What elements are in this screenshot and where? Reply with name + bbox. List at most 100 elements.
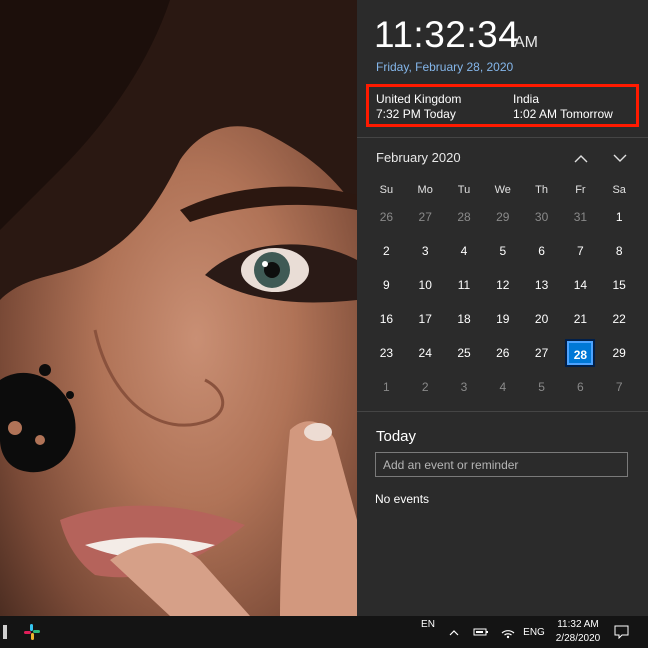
input-indicator[interactable]: EN	[416, 616, 440, 648]
calendar-day[interactable]: 31	[561, 200, 600, 234]
calendar-day-number: 7	[615, 380, 623, 394]
calendar-day[interactable]: 4	[445, 234, 484, 268]
calendar-day[interactable]: 3	[406, 234, 445, 268]
calendar-day-number: 3	[421, 244, 429, 258]
calendar-day[interactable]: 9	[367, 268, 406, 302]
calendar-grid: Su Mo Tu We Th Fr Sa 26 27 28 29 30 31 1 2 3 4 5 6 7…	[367, 180, 639, 404]
action-center-button[interactable]	[610, 616, 632, 648]
calendar-day-number: 16	[379, 312, 394, 326]
time-zone-name: United Kingdom	[376, 92, 462, 106]
calendar-day-number: 21	[573, 312, 588, 326]
calendar-day[interactable]: 29	[483, 200, 522, 234]
taskbar-app-edge[interactable]	[0, 616, 10, 648]
calendar-week-row: 16 17 18 19 20 21 22	[367, 302, 639, 336]
calendar-day[interactable]: 8	[600, 234, 639, 268]
calendar-day[interactable]: 6	[522, 234, 561, 268]
calendar-day[interactable]: 28	[445, 200, 484, 234]
clock-calendar-flyout: 11:32:34 AM Friday, February 28, 2020 Un…	[357, 0, 648, 616]
time-zone-time: 1:02 AM Tomorrow	[513, 107, 613, 121]
calendar-day[interactable]: 23	[367, 336, 406, 370]
calendar-day[interactable]: 2	[406, 370, 445, 404]
calendar-day-number: 20	[534, 312, 549, 326]
calendar-day[interactable]: 13	[522, 268, 561, 302]
calendar-day[interactable]: 22	[600, 302, 639, 336]
clock-date-link[interactable]: Friday, February 28, 2020	[376, 60, 513, 74]
calendar-day-number: 27	[534, 346, 549, 360]
weekday-label: Su	[379, 184, 394, 196]
calendar-day-number: 5	[538, 380, 545, 394]
calendar-day-number: 15	[612, 278, 626, 292]
calendar-day[interactable]: 5	[483, 234, 522, 268]
calendar-day-number: 4	[499, 380, 507, 394]
taskbar-clock[interactable]: 11:32 AM 2/28/2020	[548, 618, 608, 646]
calendar-day[interactable]: 4	[483, 370, 522, 404]
time-zone-united-kingdom: United Kingdom 7:32 PM Today	[376, 92, 461, 122]
calendar-day[interactable]: 5	[522, 370, 561, 404]
calendar-day[interactable]: 26	[483, 336, 522, 370]
calendar-day-number: 2	[383, 244, 390, 258]
calendar-day[interactable]: 29	[600, 336, 639, 370]
next-month-button[interactable]	[609, 148, 631, 168]
calendar-day[interactable]: 7	[561, 234, 600, 268]
calendar-day[interactable]: 11	[445, 268, 484, 302]
calendar-day-number: 11	[457, 278, 471, 292]
calendar-week-row: 9 10 11 12 13 14 15	[367, 268, 639, 302]
calendar-day-number: 13	[534, 278, 549, 292]
calendar-day-number: 18	[457, 312, 471, 326]
chevron-down-icon	[613, 154, 627, 162]
network-tray-button[interactable]	[497, 616, 519, 648]
calendar-day-number: 24	[418, 346, 432, 360]
calendar-day[interactable]: 24	[406, 336, 445, 370]
calendar-day-number: 27	[418, 210, 432, 224]
slack-taskbar-button[interactable]	[18, 616, 46, 648]
time-zone-time: 7:32 PM Today	[376, 107, 456, 121]
no-events-text: No events	[375, 492, 430, 506]
chevron-up-icon	[574, 154, 588, 162]
add-event-input[interactable]	[375, 452, 628, 477]
calendar-day[interactable]: 20	[522, 302, 561, 336]
calendar-day[interactable]: 17	[406, 302, 445, 336]
calendar-day-number: 29	[612, 346, 626, 360]
calendar-day[interactable]: 3	[445, 370, 484, 404]
calendar-day-number: 26	[379, 210, 394, 224]
taskbar-clock-date: 2/28/2020	[555, 633, 601, 644]
calendar-week-row: 23 24 25 26 27 28 29	[367, 336, 639, 370]
chevron-up-icon	[449, 629, 459, 635]
calendar-day[interactable]: 2	[367, 234, 406, 268]
previous-month-button[interactable]	[570, 148, 592, 168]
calendar-day-number: 6	[538, 244, 545, 258]
calendar-day-number: 1	[615, 210, 623, 224]
calendar-month-label[interactable]: February 2020	[376, 150, 461, 165]
divider	[357, 411, 648, 412]
weekday-header-row: Su Mo Tu We Th Fr Sa	[367, 180, 639, 200]
calendar-day-number: 23	[379, 346, 394, 360]
calendar-day[interactable]: 12	[483, 268, 522, 302]
taskbar-clock-time: 11:32 AM	[557, 619, 599, 630]
calendar-day-number: 2	[421, 380, 429, 394]
calendar-day[interactable]: 27	[406, 200, 445, 234]
calendar-day[interactable]: 6	[561, 370, 600, 404]
weekday-label: Tu	[457, 184, 471, 196]
calendar-day-number: 4	[460, 244, 468, 258]
calendar-day[interactable]: 14	[561, 268, 600, 302]
calendar-day[interactable]: 21	[561, 302, 600, 336]
calendar-day[interactable]: 15	[600, 268, 639, 302]
calendar-day[interactable]: 25	[445, 336, 484, 370]
language-indicator[interactable]: ENG	[521, 616, 547, 648]
calendar-day[interactable]: 1	[367, 370, 406, 404]
calendar-day[interactable]: 27	[522, 336, 561, 370]
calendar-day[interactable]: 16	[367, 302, 406, 336]
calendar-day[interactable]: 1	[600, 200, 639, 234]
calendar-day[interactable]: 10	[406, 268, 445, 302]
time-zone-name: India	[513, 92, 540, 106]
calendar-day-number: 29	[496, 210, 510, 224]
calendar-day-selected[interactable]: 28	[561, 336, 600, 370]
show-hidden-icons-button[interactable]	[444, 616, 464, 648]
calendar-day[interactable]: 7	[600, 370, 639, 404]
calendar-day[interactable]: 26	[367, 200, 406, 234]
calendar-day[interactable]: 19	[483, 302, 522, 336]
calendar-day[interactable]: 18	[445, 302, 484, 336]
calendar-day[interactable]: 30	[522, 200, 561, 234]
calendar-day-number: 8	[615, 244, 623, 258]
power-tray-button[interactable]	[470, 616, 492, 648]
